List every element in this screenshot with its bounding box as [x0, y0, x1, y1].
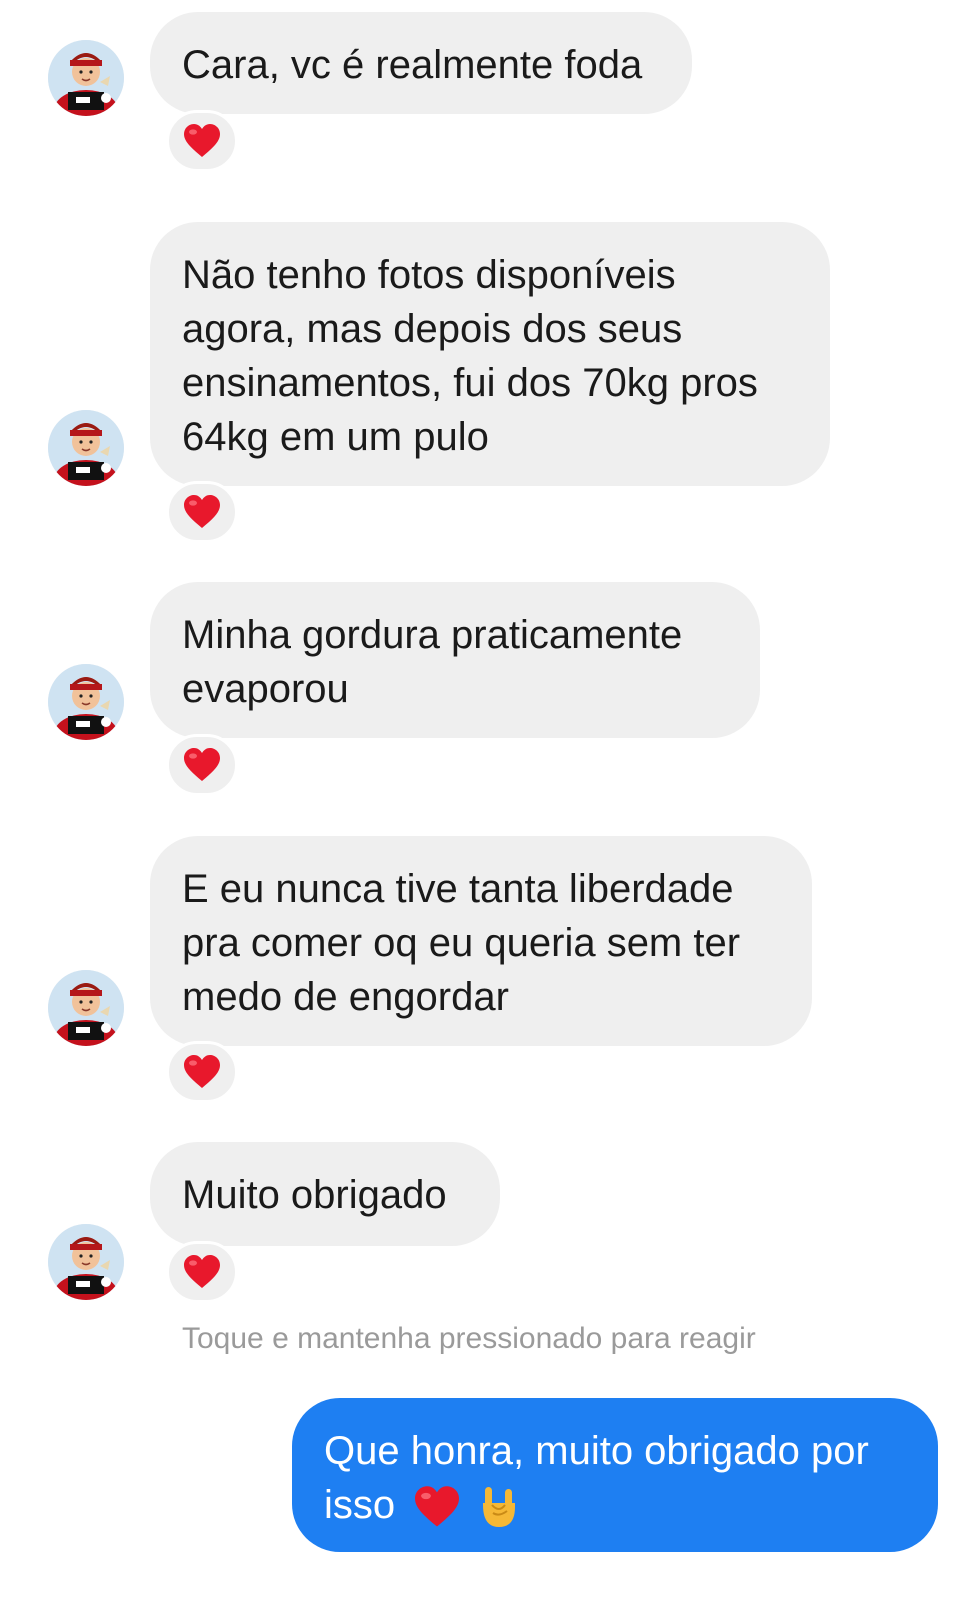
contact-avatar[interactable]: [48, 970, 124, 1046]
heart-icon: [182, 747, 222, 783]
incoming-message[interactable]: Minha gordura praticamente evaporou: [150, 582, 760, 738]
heart-icon: [182, 123, 222, 159]
rock-hand-icon: [483, 1487, 516, 1528]
incoming-message[interactable]: Muito obrigado: [150, 1142, 500, 1246]
incoming-message[interactable]: E eu nunca tive tanta liberdade pra come…: [150, 836, 812, 1046]
incoming-message[interactable]: Não tenho fotos disponíveis agora, mas d…: [150, 222, 830, 486]
contact-avatar[interactable]: [48, 664, 124, 740]
contact-avatar[interactable]: [48, 1224, 124, 1300]
reaction-badge[interactable]: [166, 1241, 238, 1303]
contact-avatar[interactable]: [48, 410, 124, 486]
outgoing-text-line1: Que honra, muito obrigado por: [324, 1429, 869, 1473]
heart-icon: [412, 1485, 462, 1529]
heart-icon: [182, 1054, 222, 1090]
contact-avatar[interactable]: [48, 40, 124, 116]
heart-icon: [182, 1254, 222, 1290]
reaction-hint: Toque e mantenha pressionado para reagir: [182, 1322, 756, 1355]
outgoing-message[interactable]: Que honra, muito obrigado por isso: [292, 1398, 938, 1552]
reaction-badge[interactable]: [166, 734, 238, 796]
outgoing-text-line2: isso: [324, 1483, 396, 1527]
reaction-badge[interactable]: [166, 1041, 238, 1103]
reaction-badge[interactable]: [166, 481, 238, 543]
incoming-message[interactable]: Cara, vc é realmente foda: [150, 12, 692, 114]
reaction-badge[interactable]: [166, 110, 238, 172]
heart-icon: [182, 494, 222, 530]
